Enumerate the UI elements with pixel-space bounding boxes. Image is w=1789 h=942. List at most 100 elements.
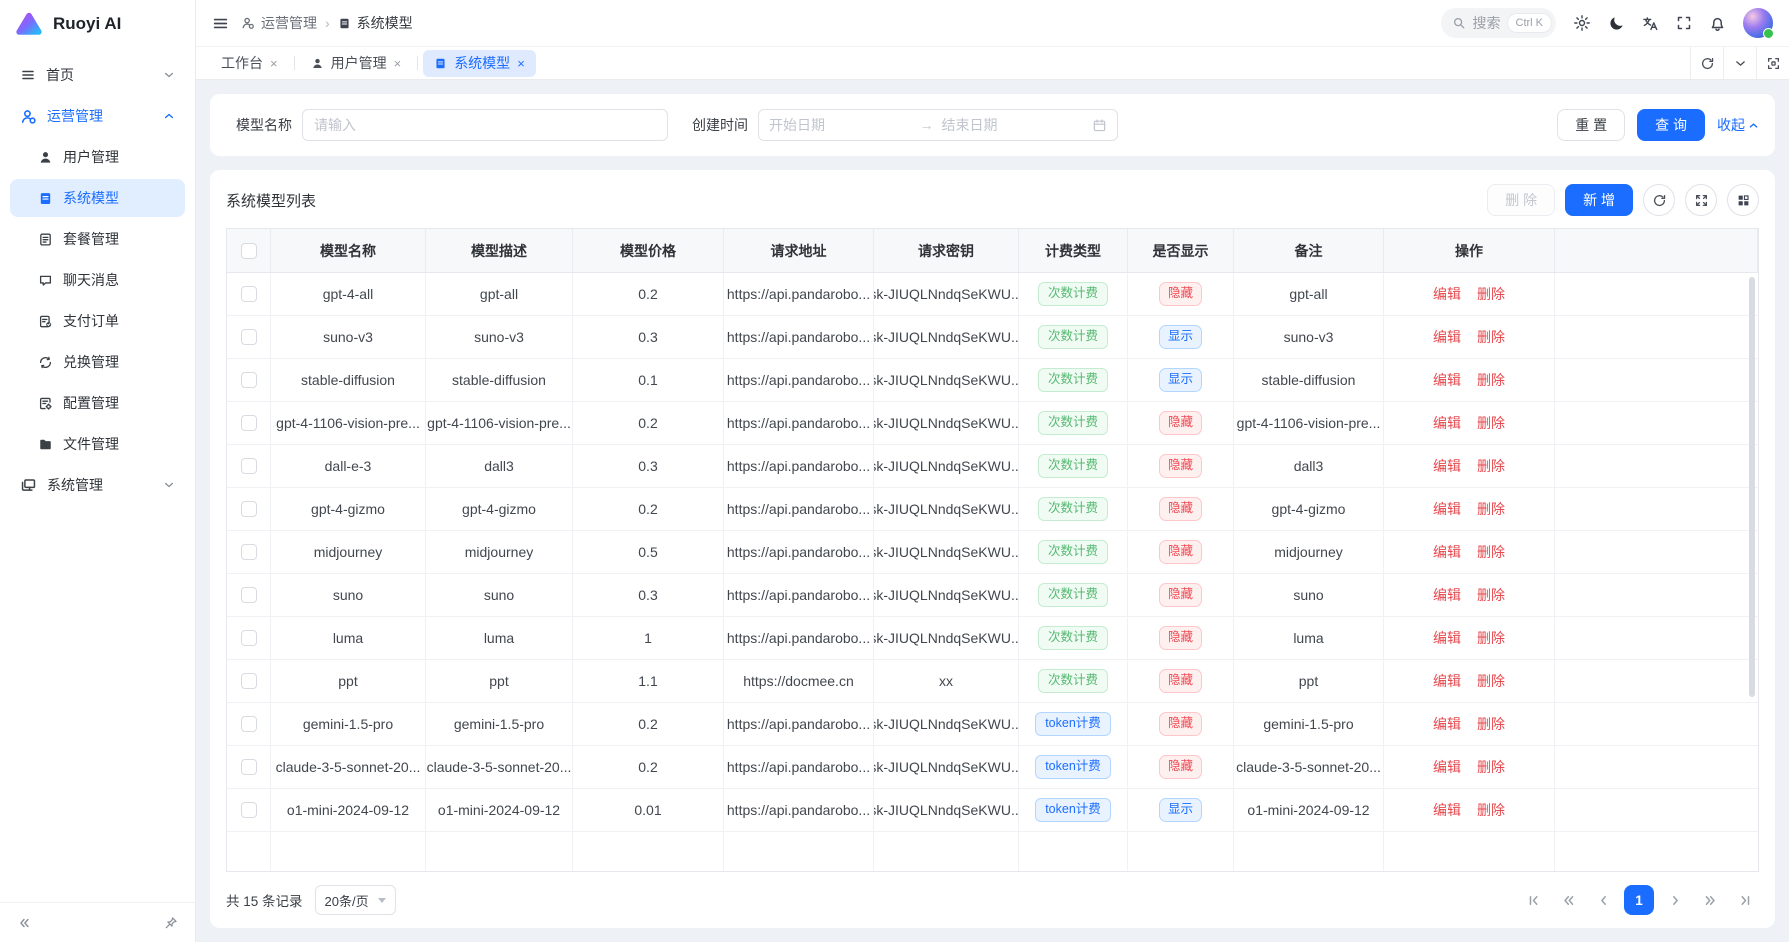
close-icon[interactable]: × bbox=[517, 57, 525, 70]
reset-button[interactable]: 重 置 bbox=[1557, 109, 1625, 141]
collapse-sidebar-icon[interactable] bbox=[12, 911, 36, 935]
fullscreen-icon[interactable] bbox=[1676, 15, 1692, 31]
edit-link[interactable]: 编辑 bbox=[1433, 671, 1461, 691]
sidebar-item-chat-messages[interactable]: 聊天消息 bbox=[10, 261, 185, 299]
edit-link[interactable]: 编辑 bbox=[1433, 800, 1461, 820]
sidebar-item-redemption[interactable]: 兑换管理 bbox=[10, 343, 185, 381]
row-checkbox[interactable] bbox=[241, 716, 257, 732]
sidebar-item-payment-orders[interactable]: 支付订单 bbox=[10, 302, 185, 340]
close-icon[interactable]: × bbox=[270, 57, 278, 70]
forward-5-pages-button[interactable] bbox=[1696, 886, 1724, 914]
edit-link[interactable]: 编辑 bbox=[1433, 585, 1461, 605]
refresh-table-button[interactable] bbox=[1643, 184, 1675, 216]
tab-workbench[interactable]: 工作台 × bbox=[210, 50, 289, 77]
edit-link[interactable]: 编辑 bbox=[1433, 413, 1461, 433]
delete-link[interactable]: 删除 bbox=[1477, 542, 1505, 562]
tab-system-models[interactable]: 系统模型 × bbox=[423, 50, 536, 77]
app-logo[interactable]: Ruoyi AI bbox=[0, 0, 195, 48]
row-checkbox[interactable] bbox=[241, 587, 257, 603]
global-search[interactable]: 搜索 Ctrl K bbox=[1441, 8, 1557, 38]
gear-icon[interactable] bbox=[1573, 14, 1591, 32]
sidebar-item-system-management[interactable]: 系统管理 bbox=[10, 466, 185, 504]
visibility-cell: 隐藏 bbox=[1128, 617, 1234, 659]
delete-link[interactable]: 删除 bbox=[1477, 757, 1505, 777]
sidebar-item-packages[interactable]: 套餐管理 bbox=[10, 220, 185, 258]
edit-link[interactable]: 编辑 bbox=[1433, 714, 1461, 734]
close-icon[interactable]: × bbox=[394, 57, 402, 70]
request-key-cell: sk-JIUQLNndqSeKWU... bbox=[874, 531, 1019, 573]
query-button[interactable]: 查 询 bbox=[1637, 109, 1705, 141]
sidebar-item-home[interactable]: 首页 bbox=[10, 56, 185, 94]
delete-link[interactable]: 删除 bbox=[1477, 671, 1505, 691]
avatar[interactable] bbox=[1743, 8, 1773, 38]
date-range-picker[interactable]: 开始日期 → 结束日期 bbox=[758, 109, 1118, 141]
edit-link[interactable]: 编辑 bbox=[1433, 499, 1461, 519]
table-row: gpt-4-gizmo gpt-4-gizmo 0.2 https://api.… bbox=[227, 488, 1758, 531]
previous-page-button[interactable] bbox=[1589, 886, 1617, 914]
delete-link[interactable]: 删除 bbox=[1477, 327, 1505, 347]
logo-icon bbox=[14, 9, 44, 39]
breadcrumb-item-system-models[interactable]: 系统模型 bbox=[338, 13, 413, 33]
pin-icon[interactable] bbox=[159, 911, 183, 935]
row-checkbox[interactable] bbox=[241, 329, 257, 345]
breadcrumb-item-operations[interactable]: 运营管理 bbox=[241, 13, 317, 33]
row-checkbox[interactable] bbox=[241, 286, 257, 302]
row-checkbox[interactable] bbox=[241, 759, 257, 775]
row-checkbox[interactable] bbox=[241, 415, 257, 431]
model-price-cell: 0.3 bbox=[573, 445, 724, 487]
delete-button[interactable]: 删 除 bbox=[1487, 184, 1555, 216]
last-page-button[interactable] bbox=[1731, 886, 1759, 914]
billing-type-cell: token计费 bbox=[1019, 703, 1128, 745]
translate-icon[interactable] bbox=[1642, 15, 1659, 32]
delete-link[interactable]: 删除 bbox=[1477, 714, 1505, 734]
delete-link[interactable]: 删除 bbox=[1477, 370, 1505, 390]
maximize-content-icon[interactable] bbox=[1756, 47, 1789, 79]
tab-menu-chevron-icon[interactable] bbox=[1723, 47, 1756, 79]
column-settings-button[interactable] bbox=[1727, 184, 1759, 216]
row-checkbox[interactable] bbox=[241, 802, 257, 818]
edit-link[interactable]: 编辑 bbox=[1433, 542, 1461, 562]
delete-link[interactable]: 删除 bbox=[1477, 284, 1505, 304]
delete-link[interactable]: 删除 bbox=[1477, 585, 1505, 605]
delete-link[interactable]: 删除 bbox=[1477, 499, 1505, 519]
sidebar-item-operations[interactable]: 运营管理 bbox=[10, 97, 185, 135]
edit-link[interactable]: 编辑 bbox=[1433, 456, 1461, 476]
sidebar-item-files[interactable]: 文件管理 bbox=[10, 425, 185, 463]
edit-link[interactable]: 编辑 bbox=[1433, 327, 1461, 347]
refresh-tab-icon[interactable] bbox=[1690, 47, 1723, 79]
first-page-button[interactable] bbox=[1519, 886, 1547, 914]
edit-link[interactable]: 编辑 bbox=[1433, 628, 1461, 648]
bell-icon[interactable] bbox=[1709, 15, 1726, 32]
delete-link[interactable]: 删除 bbox=[1477, 413, 1505, 433]
next-page-button[interactable] bbox=[1661, 886, 1689, 914]
table-scrollbar[interactable] bbox=[1749, 277, 1755, 697]
current-page-button[interactable]: 1 bbox=[1624, 885, 1654, 915]
edit-link[interactable]: 编辑 bbox=[1433, 370, 1461, 390]
delete-link[interactable]: 删除 bbox=[1477, 456, 1505, 476]
delete-link[interactable]: 删除 bbox=[1477, 628, 1505, 648]
row-checkbox[interactable] bbox=[241, 458, 257, 474]
model-name-input[interactable]: 请输入 bbox=[302, 109, 668, 141]
sidebar-item-system-models[interactable]: 系统模型 bbox=[10, 179, 185, 217]
select-all-checkbox[interactable] bbox=[241, 243, 257, 259]
delete-link[interactable]: 删除 bbox=[1477, 800, 1505, 820]
billing-type-cell: 次数计费 bbox=[1019, 488, 1128, 530]
tab-user-management[interactable]: 用户管理 × bbox=[300, 50, 413, 77]
dark-mode-moon-icon[interactable] bbox=[1608, 15, 1625, 32]
sidebar-item-users[interactable]: 用户管理 bbox=[10, 138, 185, 176]
row-checkbox[interactable] bbox=[241, 372, 257, 388]
edit-link[interactable]: 编辑 bbox=[1433, 284, 1461, 304]
page-size-select[interactable]: 20条/页 bbox=[315, 885, 396, 915]
collapse-filter-link[interactable]: 收起 bbox=[1717, 115, 1759, 135]
sidebar-item-config[interactable]: 配置管理 bbox=[10, 384, 185, 422]
add-button[interactable]: 新 增 bbox=[1565, 184, 1633, 216]
hamburger-icon[interactable] bbox=[212, 15, 229, 32]
expand-table-button[interactable] bbox=[1685, 184, 1717, 216]
row-checkbox[interactable] bbox=[241, 501, 257, 517]
row-checkbox[interactable] bbox=[241, 630, 257, 646]
row-checkbox[interactable] bbox=[241, 544, 257, 560]
back-5-pages-button[interactable] bbox=[1554, 886, 1582, 914]
edit-link[interactable]: 编辑 bbox=[1433, 757, 1461, 777]
row-checkbox[interactable] bbox=[241, 673, 257, 689]
model-desc-cell: gpt-4-gizmo bbox=[426, 488, 573, 530]
